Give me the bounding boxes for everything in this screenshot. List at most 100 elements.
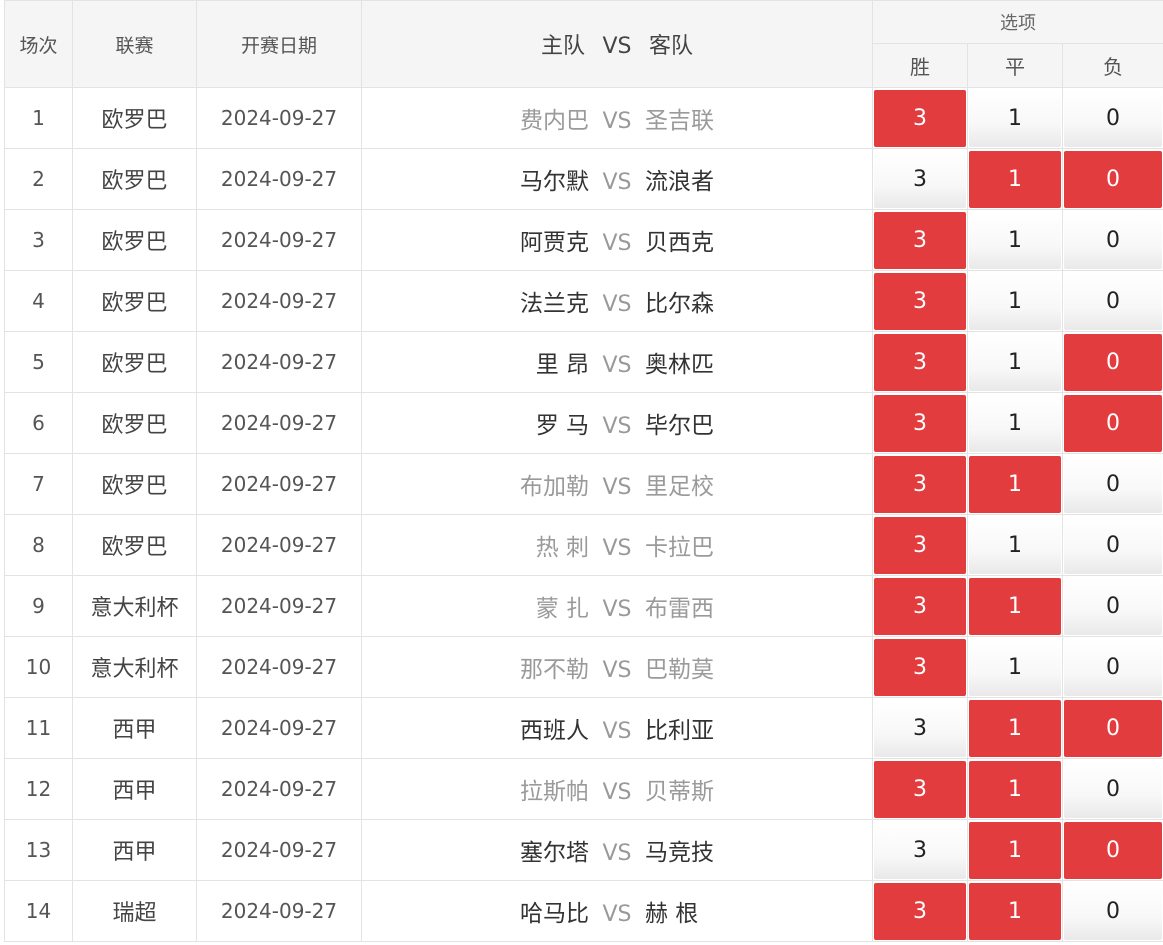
home-team: 热 刺 — [535, 535, 589, 561]
draw-cell: 1 — [967, 697, 1063, 759]
match-date: 2024-09-27 — [196, 697, 362, 759]
match-index: 5 — [4, 331, 73, 393]
draw-cell: 1 — [967, 636, 1063, 698]
match-index: 10 — [4, 636, 73, 698]
lose-option-button[interactable]: 0 — [1064, 638, 1163, 696]
draw-option-button[interactable]: 1 — [969, 394, 1061, 452]
matchup: 里 昂 VS 奥林匹 — [361, 331, 873, 393]
draw-option-button[interactable]: 1 — [969, 760, 1061, 818]
match-index: 2 — [4, 148, 73, 210]
lose-option-button[interactable]: 0 — [1064, 272, 1163, 330]
win-option-button[interactable]: 3 — [874, 760, 966, 818]
win-cell: 3 — [872, 697, 968, 759]
lose-cell: 0 — [1061, 270, 1163, 332]
vs-label: VS — [602, 109, 632, 134]
lose-option-button[interactable]: 0 — [1064, 211, 1163, 269]
win-option-button[interactable]: 3 — [874, 211, 966, 269]
win-cell: 3 — [872, 819, 968, 881]
lose-option-button[interactable]: 0 — [1064, 516, 1163, 574]
win-option-button[interactable]: 3 — [874, 150, 966, 208]
lose-option-button[interactable]: 0 — [1064, 699, 1163, 757]
win-option-button[interactable]: 3 — [874, 699, 966, 757]
matchup: 蒙 扎 VS 布雷西 — [361, 575, 873, 637]
league-name: 欧罗巴 — [72, 514, 197, 576]
draw-option-button[interactable]: 1 — [969, 821, 1061, 879]
win-option-button[interactable]: 3 — [874, 516, 966, 574]
draw-option-button[interactable]: 1 — [969, 333, 1061, 391]
match-date: 2024-09-27 — [196, 575, 362, 637]
draw-cell: 1 — [967, 331, 1063, 393]
match-index: 9 — [4, 575, 73, 637]
home-team: 西班人 — [520, 718, 589, 744]
lose-option-button[interactable]: 0 — [1064, 821, 1163, 879]
home-team: 拉斯帕 — [520, 779, 589, 805]
draw-option-button[interactable]: 1 — [969, 699, 1061, 757]
match-index: 6 — [4, 392, 73, 454]
lose-option-button[interactable]: 0 — [1064, 760, 1163, 818]
away-team: 布雷西 — [645, 596, 714, 622]
win-option-button[interactable]: 3 — [874, 577, 966, 635]
match-index: 4 — [4, 270, 73, 332]
lose-option-button[interactable]: 0 — [1064, 394, 1163, 452]
table-row: 6 欧罗巴 2024-09-27 罗 马 VS 毕尔巴 3 1 0 — [4, 392, 1163, 454]
vs-label: VS — [602, 780, 632, 805]
win-cell: 3 — [872, 331, 968, 393]
lose-option-button[interactable]: 0 — [1064, 333, 1163, 391]
win-option-button[interactable]: 3 — [874, 882, 966, 940]
header-draw: 平 — [967, 43, 1063, 88]
home-team: 那不勒 — [520, 657, 589, 683]
lose-cell: 0 — [1061, 331, 1163, 393]
header-lose: 负 — [1061, 43, 1163, 88]
league-name: 欧罗巴 — [72, 331, 197, 393]
table-row: 12 西甲 2024-09-27 拉斯帕 VS 贝蒂斯 3 1 0 — [4, 758, 1163, 820]
lose-option-button[interactable]: 0 — [1064, 89, 1163, 147]
draw-option-button[interactable]: 1 — [969, 150, 1061, 208]
lose-cell: 0 — [1061, 758, 1163, 820]
vs-label: VS — [602, 658, 632, 683]
away-team: 比利亚 — [645, 718, 714, 744]
win-option-button[interactable]: 3 — [874, 333, 966, 391]
win-cell: 3 — [872, 209, 968, 271]
draw-option-button[interactable]: 1 — [969, 89, 1061, 147]
lose-option-button[interactable]: 0 — [1064, 577, 1163, 635]
matchup: 那不勒 VS 巴勒莫 — [361, 636, 873, 698]
win-option-button[interactable]: 3 — [874, 89, 966, 147]
lose-cell: 0 — [1061, 636, 1163, 698]
win-option-button[interactable]: 3 — [874, 394, 966, 452]
vs-label: VS — [602, 719, 632, 744]
lose-option-button[interactable]: 0 — [1064, 882, 1163, 940]
vs-label: VS — [602, 841, 632, 866]
lose-option-button[interactable]: 0 — [1064, 150, 1163, 208]
header-matchup: 主队 VS 客队 — [361, 0, 873, 88]
table-row: 13 西甲 2024-09-27 塞尔塔 VS 马竞技 3 1 0 — [4, 819, 1163, 881]
vs-label: VS — [602, 597, 632, 622]
home-team: 里 昂 — [535, 352, 589, 378]
vs-label: VS — [602, 475, 632, 500]
table-body: 1 欧罗巴 2024-09-27 费内巴 VS 圣吉联 3 1 0 2 欧罗巴 2024-09-27 马… — [4, 87, 1163, 942]
match-options-table: 场次 联赛 开赛日期 主队 VS 客队 选项 胜 平 负 1 欧罗巴 2024-09… — [4, 0, 1163, 942]
draw-option-button[interactable]: 1 — [969, 211, 1061, 269]
matchup: 罗 马 VS 毕尔巴 — [361, 392, 873, 454]
win-option-button[interactable]: 3 — [874, 638, 966, 696]
win-option-button[interactable]: 3 — [874, 272, 966, 330]
draw-option-button[interactable]: 1 — [969, 882, 1061, 940]
draw-option-button[interactable]: 1 — [969, 638, 1061, 696]
table-row: 14 瑞超 2024-09-27 哈马比 VS 赫 根 310 — [4, 880, 1163, 942]
matchup: 哈马比 VS 赫 根 — [361, 880, 873, 942]
draw-option-button[interactable]: 1 — [969, 272, 1061, 330]
draw-option-button[interactable]: 1 — [969, 455, 1061, 513]
away-team: 马竞技 — [645, 840, 714, 866]
away-team: 贝西克 — [645, 230, 714, 256]
match-index: 1 — [4, 87, 73, 149]
header-win: 胜 — [872, 43, 968, 88]
header-index: 场次 — [4, 0, 73, 88]
win-option-button[interactable]: 3 — [874, 821, 966, 879]
match-date: 2024-09-27 — [196, 758, 362, 820]
lose-option-button[interactable]: 0 — [1064, 455, 1163, 513]
draw-option-button[interactable]: 1 — [969, 577, 1061, 635]
away-team: 赫 根 — [645, 901, 699, 927]
win-option-button[interactable]: 3 — [874, 455, 966, 513]
league-name: 欧罗巴 — [72, 209, 197, 271]
matchup: 法兰克 VS 比尔森 — [361, 270, 873, 332]
draw-option-button[interactable]: 1 — [969, 516, 1061, 574]
